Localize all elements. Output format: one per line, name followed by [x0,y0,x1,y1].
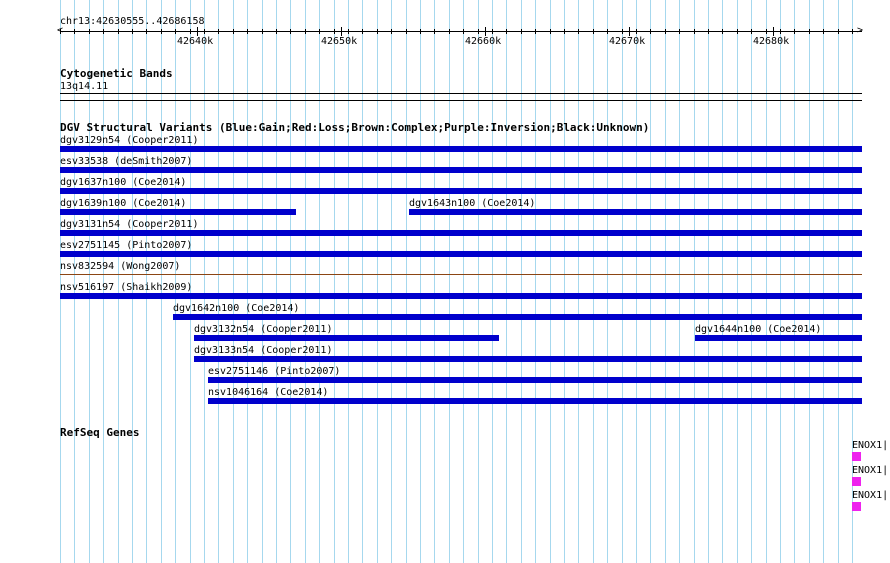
ruler-right-arrow-icon: > [857,25,864,36]
variant-label[interactable]: nsv832594 (Wong2007) [60,261,180,272]
cytoband-bar-bottom [60,100,862,101]
gene-feature[interactable] [852,452,861,461]
gene-label[interactable]: ENOX1|| [852,440,890,451]
variant-bar[interactable] [409,209,862,215]
dgv-track-title[interactable]: DGV Structural Variants (Blue:Gain;Red:L… [60,122,649,133]
variant-bar[interactable] [695,335,862,341]
ruler-tick-label: 42650k [321,36,358,47]
gene-label[interactable]: ENOX1|| [852,465,890,476]
variant-bar[interactable] [60,293,862,299]
variant-label[interactable]: dgv1644n100 (Coe2014) [695,324,821,335]
cytoband-track-title[interactable]: Cytogenetic Bands [60,68,173,79]
variant-bar[interactable] [208,398,862,404]
variant-label[interactable]: dgv3131n54 (Cooper2011) [60,219,198,230]
cytoband-bar-top [60,93,862,94]
variant-label[interactable]: nsv516197 (Shaikh2009) [60,282,192,293]
variant-bar[interactable] [173,314,862,320]
ruler-tick-label: 42670k [609,36,646,47]
gene-feature[interactable] [852,502,861,511]
variant-label[interactable]: dgv3129n54 (Cooper2011) [60,135,198,146]
variant-bar[interactable] [60,274,862,275]
variant-label[interactable]: dgv1639n100 (Coe2014) [60,198,186,209]
variant-label[interactable]: dgv1643n100 (Coe2014) [409,198,535,209]
ruler-tick-label: 42640k [177,36,214,47]
ruler-tick-label: 42680k [753,36,790,47]
variant-label[interactable]: dgv1642n100 (Coe2014) [173,303,299,314]
ruler-line [60,31,862,32]
variant-bar[interactable] [60,146,862,152]
gene-label[interactable]: ENOX1|| [852,490,890,501]
variant-bar[interactable] [60,230,862,236]
variant-bar[interactable] [60,188,862,194]
variant-bar[interactable] [60,209,296,215]
gene-feature[interactable] [852,477,861,486]
cytoband-label[interactable]: 13q14.11 [60,81,108,92]
variant-bar[interactable] [60,167,862,173]
variant-label[interactable]: esv2751146 (Pinto2007) [208,366,340,377]
variant-bar[interactable] [194,335,499,341]
variant-bar[interactable] [194,356,862,362]
variant-bar[interactable] [60,251,862,257]
variant-label[interactable]: dgv3133n54 (Cooper2011) [194,345,332,356]
ruler-left-arrow-icon: < [57,25,64,36]
variant-label[interactable]: esv2751145 (Pinto2007) [60,240,192,251]
locus-label: chr13:42630555..42686158 [60,16,205,27]
variant-bar[interactable] [208,377,862,383]
variant-label[interactable]: dgv3132n54 (Cooper2011) [194,324,332,335]
refseq-track-title[interactable]: RefSeq Genes [60,427,139,438]
variant-label[interactable]: esv33538 (deSmith2007) [60,156,192,167]
variant-label[interactable]: dgv1637n100 (Coe2014) [60,177,186,188]
variant-label[interactable]: nsv1046164 (Coe2014) [208,387,328,398]
ruler-tick-label: 42660k [465,36,502,47]
